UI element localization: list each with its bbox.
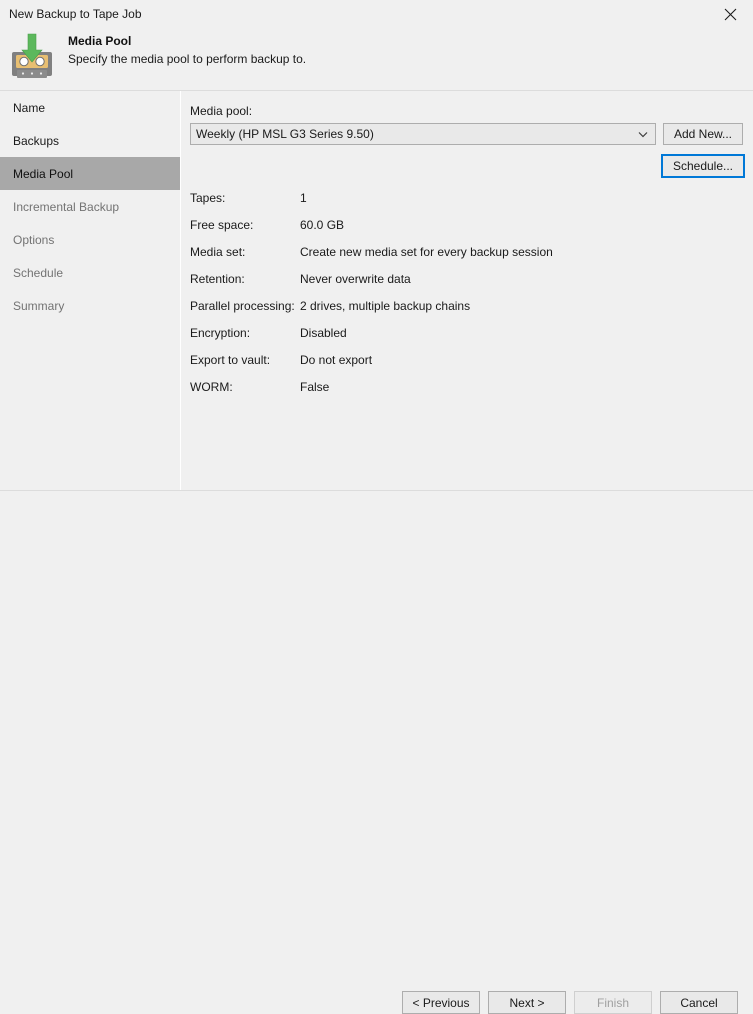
sidebar-item-label: Backups [13, 133, 60, 148]
detail-label: Free space: [190, 218, 254, 232]
detail-value: 2 drives, multiple backup chains [300, 299, 471, 313]
sidebar-item-media-pool[interactable]: Media Pool [0, 157, 180, 190]
detail-label: Media set: [190, 245, 246, 259]
detail-row-export-to-vault: Export to vault: Do not export [0, 353, 572, 371]
page-title: Media Pool [68, 34, 132, 48]
detail-label: Retention: [190, 272, 245, 286]
sidebar-item-label: Name [13, 100, 46, 115]
wizard-footer: < Previous Next > Finish Cancel [0, 491, 753, 1014]
sidebar-item-backups[interactable]: Backups [0, 124, 180, 157]
detail-row-parallel-processing: Parallel processing: 2 drives, multiple … [0, 299, 572, 317]
detail-label: Tapes: [190, 191, 226, 205]
sidebar-item-label: Media Pool [13, 166, 74, 181]
close-icon [724, 8, 737, 21]
media-pool-field-label: Media pool: [190, 104, 253, 118]
detail-row-media-set: Media set: Create new media set for ever… [0, 245, 572, 263]
window-title: New Backup to Tape Job [9, 7, 142, 21]
detail-row-worm: WORM: False [0, 380, 572, 398]
title-bar: New Backup to Tape Job [0, 0, 753, 29]
detail-value: 60.0 GB [300, 218, 345, 232]
detail-value: 1 [300, 191, 307, 205]
detail-row-tapes: Tapes: 1 [0, 191, 572, 209]
detail-value: False [300, 380, 330, 394]
detail-row-encryption: Encryption: Disabled [0, 326, 572, 344]
add-new-button[interactable]: Add New... [663, 123, 743, 145]
detail-value: Disabled [300, 326, 347, 340]
finish-button: Finish [574, 991, 652, 1014]
tape-backup-icon [8, 32, 56, 80]
detail-row-free-space: Free space: 60.0 GB [0, 218, 572, 236]
media-pool-select[interactable]: Weekly (HP MSL G3 Series 9.50) [190, 123, 656, 145]
detail-row-retention: Retention: Never overwrite data [0, 272, 572, 290]
previous-button[interactable]: < Previous [402, 991, 480, 1014]
detail-label: Parallel processing: [190, 299, 295, 313]
detail-label: Encryption: [190, 326, 251, 340]
wizard-steps-sidebar: Name Backups Media Pool Incremental Back… [0, 91, 180, 490]
schedule-button[interactable]: Schedule... [661, 154, 745, 178]
detail-label: WORM: [190, 380, 233, 394]
chevron-down-icon [631, 131, 655, 138]
next-button[interactable]: Next > [488, 991, 566, 1014]
sidebar-item-name[interactable]: Name [0, 91, 180, 124]
detail-value: Never overwrite data [300, 272, 411, 286]
detail-value: Create new media set for every backup se… [300, 245, 553, 259]
detail-label: Export to vault: [190, 353, 271, 367]
page-subtitle: Specify the media pool to perform backup… [68, 52, 307, 66]
sidebar-divider [180, 91, 181, 490]
media-pool-selected-value: Weekly (HP MSL G3 Series 9.50) [196, 127, 374, 141]
wizard-header: Media Pool Specify the media pool to per… [0, 29, 753, 91]
close-button[interactable] [708, 0, 753, 29]
cancel-button[interactable]: Cancel [660, 991, 738, 1014]
detail-value: Do not export [300, 353, 373, 367]
